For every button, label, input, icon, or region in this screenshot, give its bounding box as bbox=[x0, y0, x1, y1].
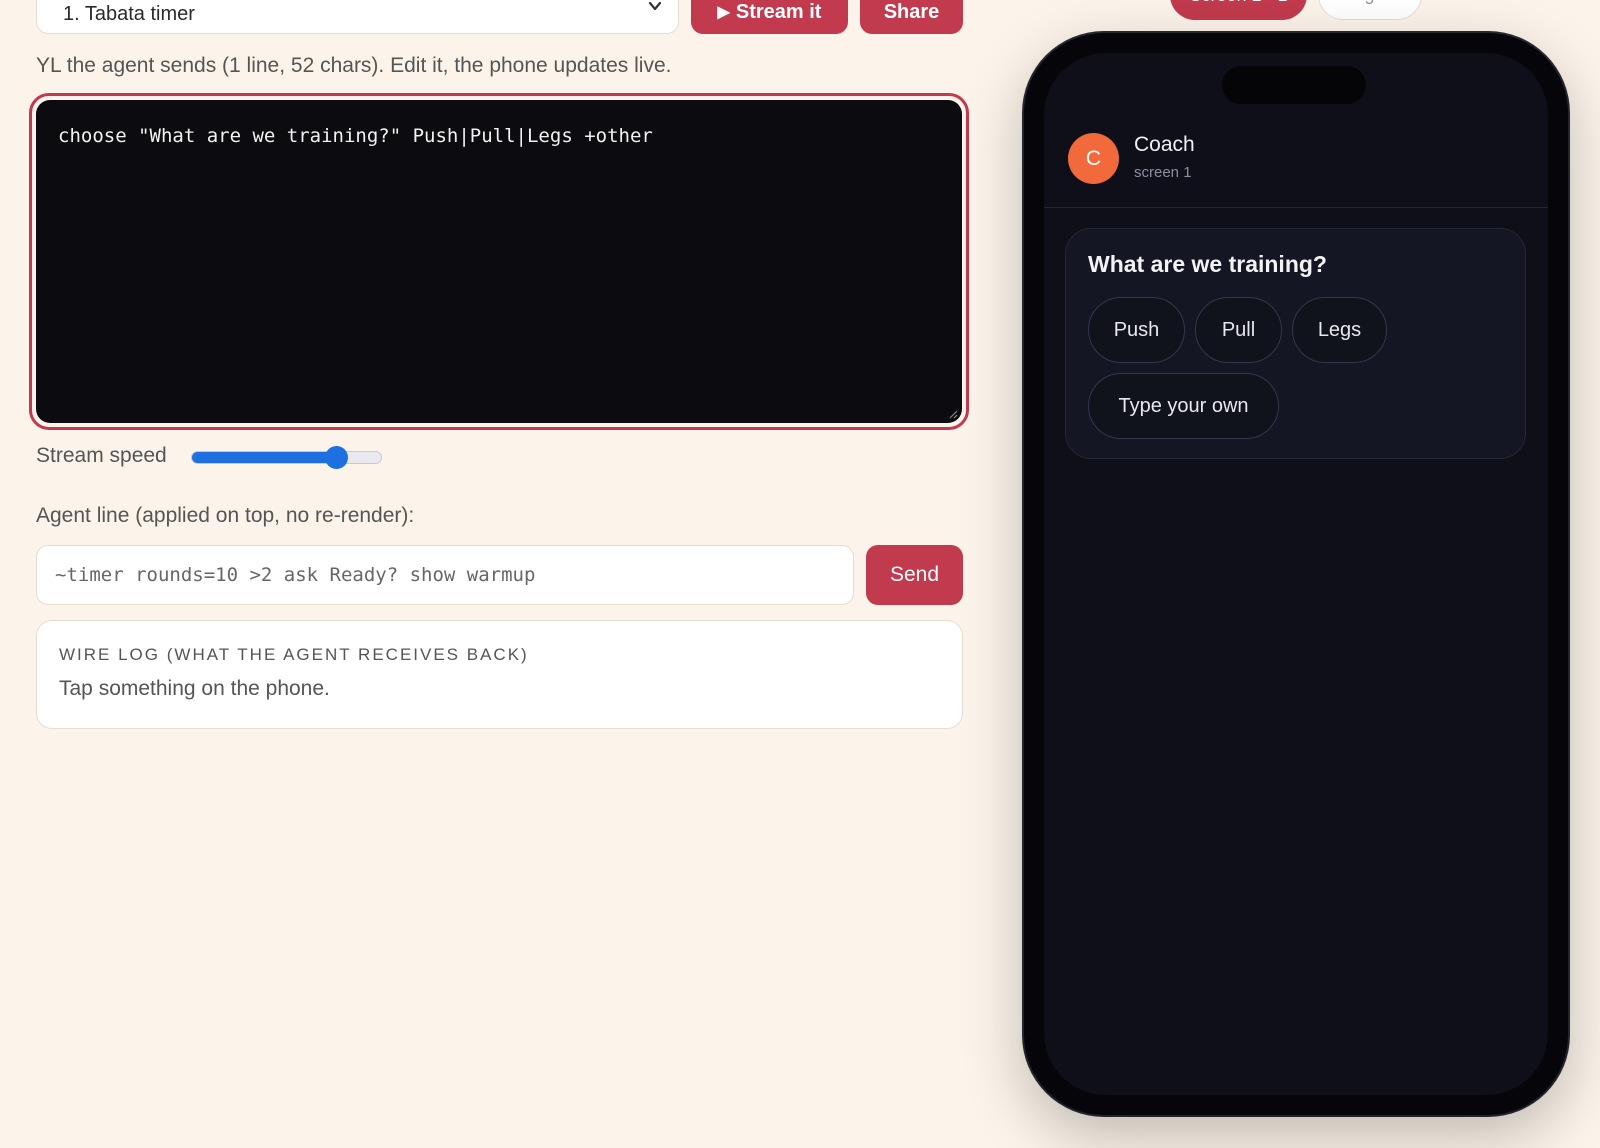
contact-name: Coach bbox=[1134, 133, 1195, 156]
resize-grip-icon[interactable] bbox=[948, 409, 958, 419]
phone-screen: C Coach screen 1 What are we training? P… bbox=[1044, 53, 1548, 1095]
avatar: C bbox=[1068, 133, 1119, 184]
wire-log-body: Tap something on the phone. bbox=[59, 677, 330, 700]
code-editor-content: choose "What are we training?" Push|Pull… bbox=[58, 125, 653, 147]
code-editor[interactable]: choose "What are we training?" Push|Pull… bbox=[36, 100, 962, 423]
option-pull[interactable]: Pull bbox=[1195, 297, 1282, 363]
stream-speed-label: Stream speed bbox=[36, 444, 167, 467]
phone-frame: C Coach screen 1 What are we training? P… bbox=[1024, 33, 1568, 1115]
contact-subtitle: screen 1 bbox=[1134, 164, 1192, 181]
choice-card: What are we training? Push Pull Legs Typ… bbox=[1065, 228, 1526, 459]
stream-button[interactable]: ▶ Stream it bbox=[691, 0, 848, 34]
play-icon: ▶ bbox=[717, 4, 730, 21]
theme-toggle[interactable]: Light bbox=[1318, 0, 1422, 20]
screen-selector[interactable]: Screen 1 · 1 bbox=[1170, 0, 1307, 20]
editor-info: YL the agent sends (1 line, 52 chars). E… bbox=[36, 54, 672, 77]
send-button[interactable]: Send bbox=[866, 545, 963, 605]
agent-line-input[interactable]: ~timer rounds=10 >2 ask Ready? show warm… bbox=[36, 545, 854, 605]
option-legs[interactable]: Legs bbox=[1292, 297, 1387, 363]
stream-speed-slider[interactable] bbox=[191, 451, 382, 464]
preset-select-value: 1. Tabata timer bbox=[63, 2, 195, 25]
preset-select[interactable]: 1. Tabata timer bbox=[36, 0, 679, 34]
agent-line-label: Agent line (applied on top, no re-render… bbox=[36, 504, 415, 527]
stream-speed-thumb[interactable] bbox=[324, 446, 348, 469]
choice-question: What are we training? bbox=[1088, 251, 1327, 277]
share-button[interactable]: Share bbox=[860, 0, 963, 34]
stream-speed-fill bbox=[192, 452, 336, 463]
chevron-down-icon bbox=[648, 1, 662, 11]
code-editor-frame: choose "What are we training?" Push|Pull… bbox=[29, 93, 969, 430]
chat-header: C Coach screen 1 bbox=[1044, 53, 1548, 208]
wire-log-title: Wire log (what the agent receives back) bbox=[59, 645, 529, 664]
option-type-your-own[interactable]: Type your own bbox=[1088, 373, 1279, 439]
wire-log: Wire log (what the agent receives back) … bbox=[36, 620, 963, 729]
stream-button-label: Stream it bbox=[735, 0, 822, 23]
option-push[interactable]: Push bbox=[1088, 297, 1185, 363]
